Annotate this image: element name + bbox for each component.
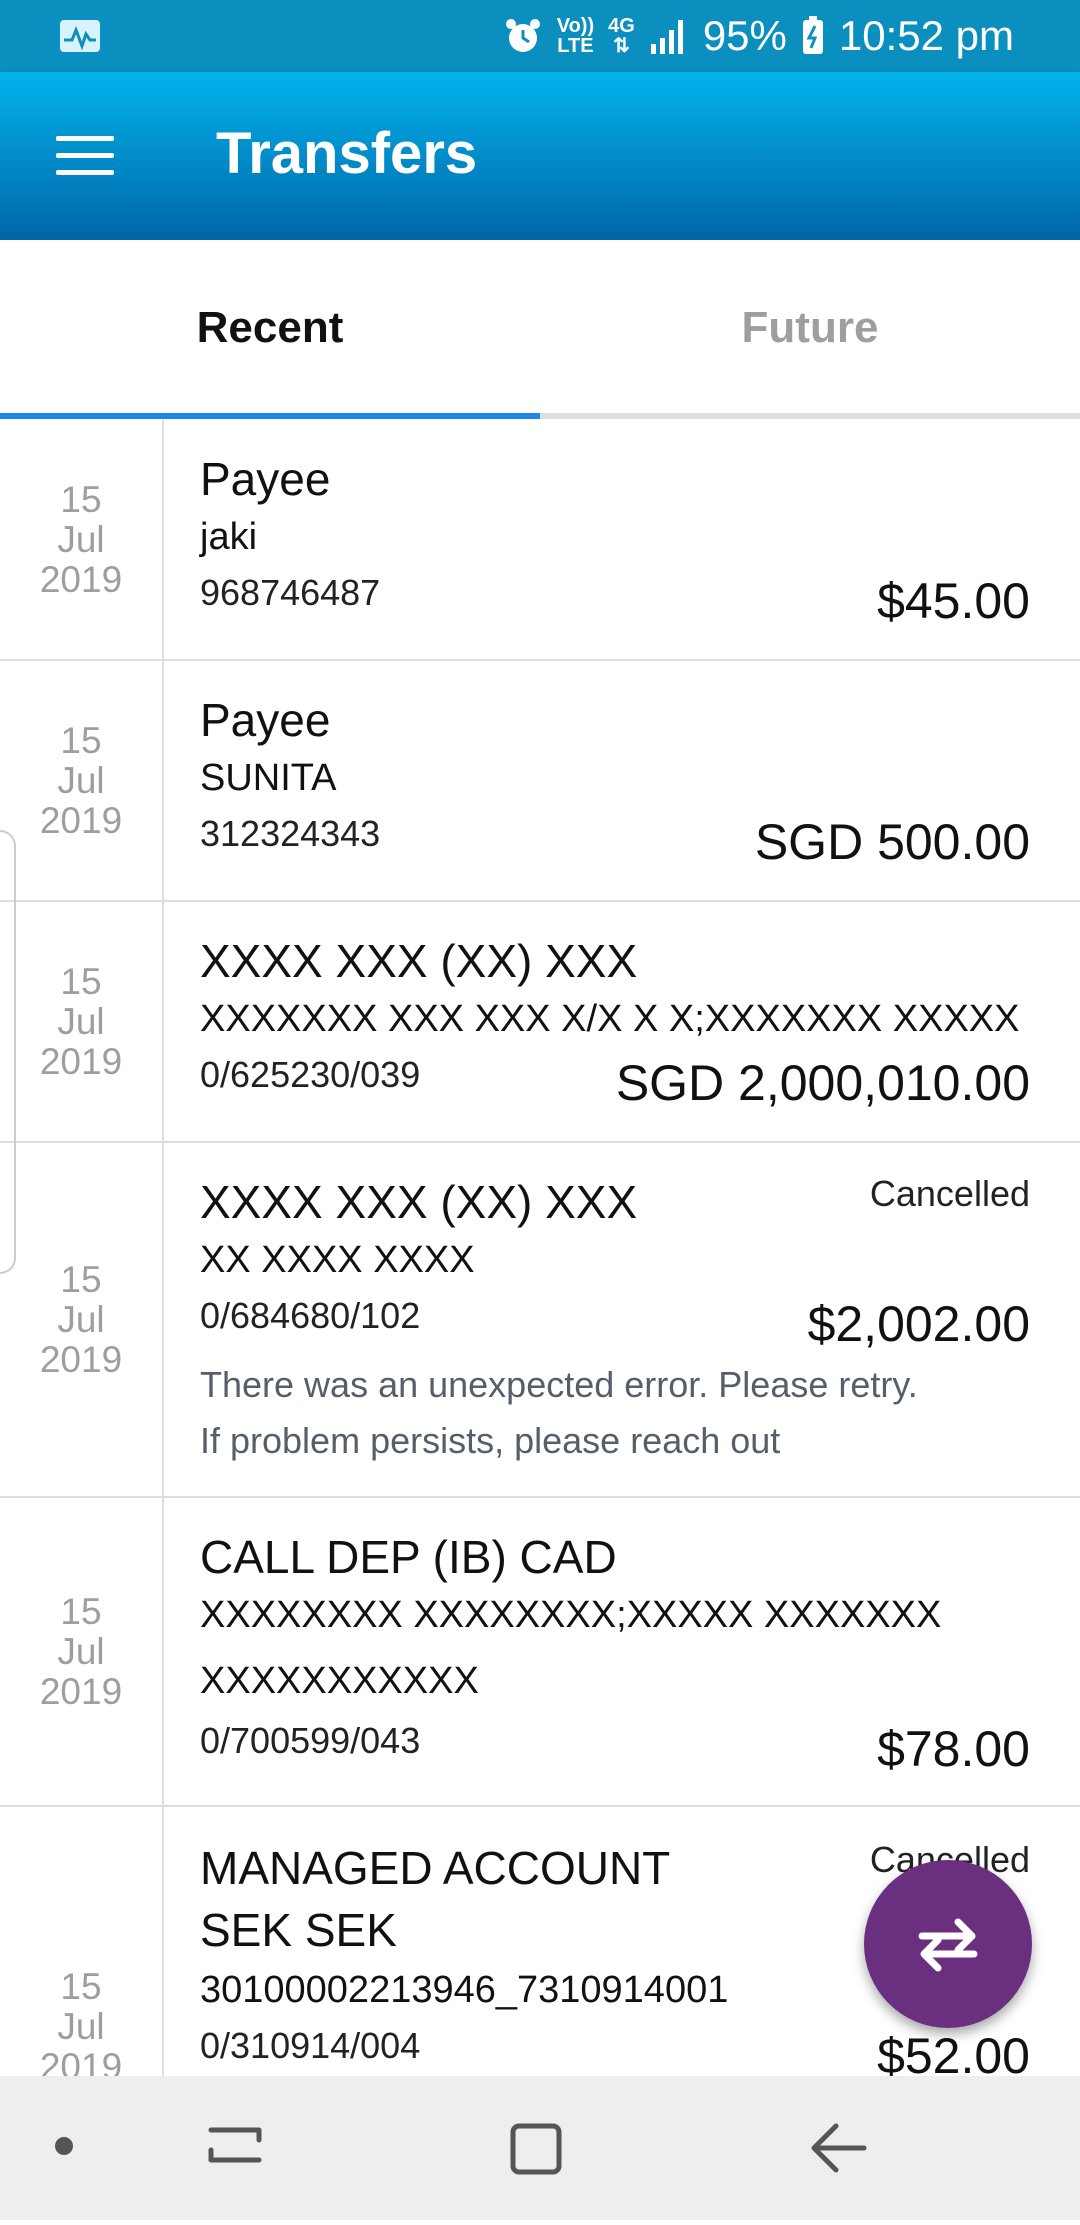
transfer-amount: $78.00 — [877, 1721, 1030, 1777]
date-day: 15 — [60, 1258, 102, 1300]
page-title: Transfers — [216, 121, 478, 186]
transfer-subtitle: XX XXXX XXXX — [200, 1239, 475, 1281]
date-column: 15 Jul 2019 — [0, 1143, 164, 1496]
date-year: 2019 — [39, 1338, 123, 1380]
transfer-account: 0/700599/043 — [200, 1720, 421, 1761]
hamburger-menu-icon[interactable] — [56, 136, 114, 176]
transfer-title: Payee — [200, 453, 331, 505]
transfer-details: XXXX XXX (XX) XXX XXXXXXX XXX XXX X/X X … — [200, 902, 1030, 1141]
date-column: 15 Jul 2019 — [0, 902, 164, 1141]
transfer-date: 15 Jul 2019 — [39, 960, 123, 1082]
transfer-amount: SGD 500.00 — [754, 814, 1030, 870]
transfer-row[interactable]: 15 Jul 2019 XXXX XXX (XX) XXX XXXXXXX XX… — [0, 902, 1080, 1143]
transfer-subtitle: 30100002213946_7310914001 — [200, 1969, 729, 2011]
network-label: 4G — [608, 15, 635, 37]
transfer-row[interactable]: 15 Jul 2019 Payee jaki 968746487 $45.00 — [0, 420, 1080, 661]
tab-future[interactable]: Future — [540, 240, 1080, 416]
transfer-row[interactable]: 15 Jul 2019 CALL DEP (IB) CAD XXXXXXXX X… — [0, 1498, 1080, 1807]
tab-recent[interactable]: Recent — [0, 240, 540, 416]
transfer-title: XXXX XXX (XX) XXX — [200, 1176, 638, 1228]
transfer-details: Payee SUNITA 312324343 SGD 500.00 — [200, 661, 1030, 900]
volte-icon: Vo)) LTE — [557, 16, 594, 56]
date-day: 15 — [60, 960, 102, 1002]
date-year: 2019 — [39, 799, 123, 841]
battery-percent: 95% — [702, 12, 787, 59]
transfer-date: 15 Jul 2019 — [40, 1967, 122, 2087]
date-month: Jul — [57, 2006, 105, 2047]
date-column: 15 Jul 2019 — [0, 420, 164, 659]
transfer-date: 15 Jul 2019 — [39, 1258, 123, 1380]
activity-icon — [60, 20, 100, 52]
transfer-title-line1: MANAGED ACCOUNT — [200, 1842, 671, 1894]
transfer-date: 15 Jul 2019 — [39, 1590, 123, 1712]
transfer-title: Payee — [200, 694, 331, 746]
transfer-amount: $45.00 — [877, 573, 1030, 629]
new-transfer-button[interactable] — [864, 1860, 1032, 2028]
tab-indicator — [0, 413, 540, 419]
signal-icon — [650, 20, 683, 54]
alarm-icon — [505, 19, 540, 52]
date-day: 15 — [60, 1966, 102, 2007]
volte-bottom: LTE — [557, 35, 594, 57]
transfer-account: 0/625230/039 — [200, 1054, 421, 1095]
transfer-amount: $2,002.00 — [807, 1296, 1030, 1352]
volte-top: Vo)) — [556, 15, 595, 37]
transfer-subtitle: jaki — [200, 516, 258, 558]
date-column: 15 Jul 2019 — [0, 661, 164, 900]
date-month: Jul — [57, 1630, 105, 1672]
transfer-subtitle-line2: XXXXXXXXXXX — [200, 1660, 479, 1702]
date-month: Jul — [57, 1298, 105, 1340]
transfer-title: XXXX XXX (XX) XXX — [200, 935, 638, 987]
transfer-subtitle-line1: XXXXXXXX XXXXXXXX;XXXXX XXXXXXX — [200, 1594, 942, 1636]
status-bar: Vo)) LTE 4G ⇅ 95% 10:52 pm — [0, 0, 1080, 72]
app-bar: Transfers — [0, 72, 1080, 240]
recent-apps-icon[interactable] — [175, 2076, 295, 2220]
status-time: 10:52 pm — [838, 12, 1014, 59]
date-month: Jul — [57, 518, 105, 560]
home-icon[interactable] — [475, 2076, 595, 2220]
date-day: 15 — [60, 719, 102, 761]
transfer-account: 312324343 — [200, 813, 381, 854]
date-year: 2019 — [39, 1670, 123, 1712]
status-badge: Cancelled — [869, 1173, 1030, 1214]
date-year: 2019 — [39, 1040, 123, 1082]
date-month: Jul — [57, 1000, 105, 1042]
transfer-arrows-icon — [918, 1918, 978, 1972]
error-message: There was an unexpected error. Please re… — [200, 1364, 918, 1461]
battery-charging-icon — [802, 16, 823, 54]
transfer-subtitle: SUNITA — [200, 757, 337, 799]
transfer-account: 0/310914/004 — [200, 2025, 421, 2066]
transfer-row[interactable]: 15 Jul 2019 XXXX XXX (XX) XXX Cancelled … — [0, 1143, 1080, 1498]
data-arrows-icon: 4G ⇅ — [608, 15, 635, 57]
back-icon[interactable] — [780, 2076, 900, 2220]
date-column: 15 Jul 2019 — [0, 1498, 164, 1805]
date-month: Jul — [57, 759, 105, 801]
transfer-details: CALL DEP (IB) CAD XXXXXXXX XXXXXXXX;XXXX… — [200, 1498, 1030, 1805]
transfer-amount: SGD 2,000,010.00 — [615, 1055, 1030, 1111]
transfer-title-line2: SEK SEK — [200, 1904, 397, 1956]
dot-icon[interactable] — [4, 2076, 124, 2220]
tab-bar: Recent Future — [0, 240, 1080, 420]
transfer-date: 15 Jul 2019 — [39, 719, 123, 841]
date-year: 2019 — [39, 558, 123, 600]
transfer-subtitle: XXXXXXX XXX XXX X/X X X;XXXXXXX XXXXX — [200, 998, 1020, 1040]
edge-panel-handle[interactable] — [0, 830, 16, 1274]
transfer-account: 968746487 — [200, 572, 381, 613]
date-day: 15 — [60, 478, 102, 520]
transfer-date: 15 Jul 2019 — [39, 478, 123, 600]
system-nav-bar — [0, 2076, 1080, 2220]
transfer-account: 0/684680/102 — [200, 1295, 421, 1336]
date-day: 15 — [60, 1590, 102, 1632]
transfer-details: XXXX XXX (XX) XXX Cancelled XX XXXX XXXX… — [200, 1143, 1030, 1496]
transfer-row[interactable]: 15 Jul 2019 Payee SUNITA 312324343 SGD 5… — [0, 661, 1080, 902]
transfer-details: Payee jaki 968746487 $45.00 — [200, 420, 1030, 659]
transfer-title: CALL DEP (IB) CAD — [200, 1531, 617, 1583]
